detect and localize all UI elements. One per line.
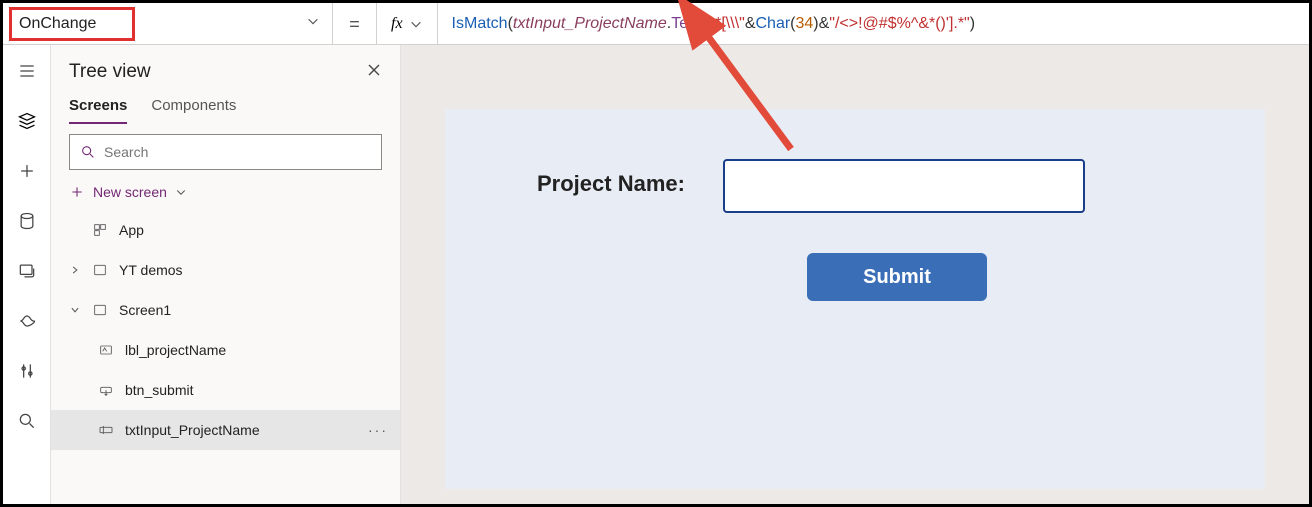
close-icon[interactable]: [366, 62, 382, 83]
tree-item-lbl[interactable]: lbl_projectName: [51, 330, 400, 370]
flows-icon[interactable]: [15, 309, 39, 333]
chevron-down-icon: [409, 17, 423, 31]
tree-list: App YT demos Screen1 lbl_projectName btn…: [51, 210, 400, 504]
formula-token: 34: [796, 15, 814, 33]
fx-label: fx: [391, 15, 403, 33]
tree-item-label: txtInput_ProjectName: [125, 422, 260, 438]
label-icon: [97, 341, 115, 359]
project-name-label: Project Name:: [537, 171, 685, 197]
tree-item-btn[interactable]: btn_submit: [51, 370, 400, 410]
app-icon: [91, 221, 109, 239]
media-icon[interactable]: [15, 259, 39, 283]
formula-token: ".*[\\\": [705, 15, 745, 33]
screen-icon: [91, 301, 109, 319]
tree-item-ytdemos[interactable]: YT demos: [51, 250, 400, 290]
fx-button[interactable]: fx: [377, 3, 438, 45]
screen-icon: [91, 261, 109, 279]
tab-screens[interactable]: Screens: [69, 91, 127, 124]
formula-token: &: [819, 15, 830, 33]
property-dropdown[interactable]: OnChange: [3, 3, 333, 45]
textinput-icon: [97, 421, 115, 439]
tree-tabs: Screens Components: [51, 91, 400, 124]
formula-token: txtInput_ProjectName: [513, 15, 667, 33]
data-icon[interactable]: [15, 209, 39, 233]
chevron-right-icon[interactable]: [69, 265, 81, 275]
new-screen-button[interactable]: New screen: [51, 180, 400, 210]
project-name-input[interactable]: [723, 159, 1085, 213]
equals-sign: =: [333, 3, 377, 45]
property-name: OnChange: [19, 15, 96, 33]
search-icon[interactable]: [15, 409, 39, 433]
tree-view-icon[interactable]: [15, 109, 39, 133]
plus-icon: [69, 184, 85, 200]
tree-view-panel: Tree view Screens Components New screen …: [51, 45, 401, 504]
formula-input[interactable]: IsMatch(txtInput_ProjectName.Text,".*[\\…: [438, 3, 1309, 45]
formula-bar: OnChange = fx IsMatch(txtInput_ProjectNa…: [3, 3, 1309, 45]
new-screen-label: New screen: [93, 184, 167, 200]
tab-components[interactable]: Components: [151, 91, 236, 124]
formula-token: "/<>!@#$%^&*()'].*": [829, 15, 969, 33]
settings-icon[interactable]: [15, 359, 39, 383]
chevron-down-icon[interactable]: [69, 305, 81, 315]
tree-item-app[interactable]: App: [51, 210, 400, 250]
formula-token: ): [970, 15, 975, 33]
hamburger-icon[interactable]: [15, 59, 39, 83]
search-icon: [80, 144, 96, 160]
tree-item-screen1[interactable]: Screen1: [51, 290, 400, 330]
tree-search-box[interactable]: [69, 134, 382, 170]
submit-button[interactable]: Submit: [807, 253, 987, 301]
formula-token: Text: [671, 15, 700, 33]
app-canvas[interactable]: Project Name: Submit: [445, 109, 1265, 489]
formula-token: &: [745, 15, 756, 33]
tree-item-label: Screen1: [119, 302, 171, 318]
search-input[interactable]: [104, 144, 371, 160]
tree-item-label: App: [119, 222, 144, 238]
tree-item-label: YT demos: [119, 262, 183, 278]
button-icon: [97, 381, 115, 399]
formula-token: IsMatch: [452, 15, 508, 33]
chevron-down-icon: [175, 186, 187, 198]
tree-item-txtinput[interactable]: txtInput_ProjectName ···: [51, 410, 400, 450]
tree-view-title: Tree view: [69, 61, 151, 83]
left-rail: [3, 45, 51, 504]
tree-item-label: btn_submit: [125, 382, 193, 398]
canvas-area: Project Name: Submit: [401, 45, 1309, 504]
more-icon[interactable]: ···: [368, 422, 388, 438]
plus-icon[interactable]: [15, 159, 39, 183]
chevron-down-icon: [306, 14, 320, 33]
formula-token: Char: [755, 15, 790, 33]
tree-item-label: lbl_projectName: [125, 342, 226, 358]
